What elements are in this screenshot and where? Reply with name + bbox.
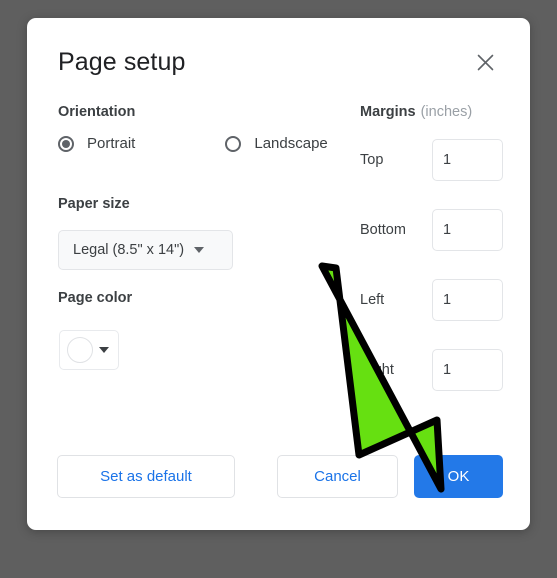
radio-portrait-icon [58, 135, 74, 152]
margin-input-right[interactable] [432, 349, 503, 391]
close-icon [476, 53, 495, 72]
margin-input-left[interactable] [432, 279, 503, 321]
orientation-section-label: Orientation [58, 104, 136, 120]
paper-size-section-label: Paper size [58, 196, 130, 212]
set-as-default-button[interactable]: Set as default [57, 455, 235, 498]
page-color-swatch [67, 337, 93, 363]
chevron-down-icon [99, 347, 109, 353]
margin-input-bottom[interactable] [432, 209, 503, 251]
paper-size-dropdown[interactable]: Legal (8.5" x 14") [58, 230, 233, 270]
close-button[interactable] [467, 44, 503, 80]
margins-section-header: Margins (inches) [360, 104, 472, 120]
margin-label-left: Left [360, 292, 385, 308]
margin-label-bottom: Bottom [360, 222, 406, 238]
page-color-dropdown[interactable] [59, 330, 119, 370]
margin-label-right: Right [360, 362, 394, 378]
margin-row-bottom: Bottom [360, 209, 505, 251]
radio-label-portrait: Portrait [87, 135, 136, 152]
margin-row-top: Top [360, 139, 505, 181]
orientation-radio-group: Portrait Landscape [58, 135, 328, 152]
margin-input-top[interactable] [432, 139, 503, 181]
margins-title: Margins [360, 104, 416, 120]
page-color-section-label: Page color [58, 290, 133, 306]
radio-option-portrait[interactable]: Portrait [58, 135, 135, 152]
page-setup-dialog: Page setup Orientation Portrait Landscap… [27, 18, 530, 530]
chevron-down-icon [194, 247, 205, 253]
radio-landscape-icon [225, 135, 242, 152]
ok-button[interactable]: OK [414, 455, 503, 498]
margin-row-right: Right [360, 349, 505, 391]
margins-units: (inches) [420, 104, 473, 120]
radio-label-landscape: Landscape [254, 135, 328, 152]
paper-size-value: Legal (8.5" x 14") [73, 242, 185, 258]
radio-option-landscape[interactable]: Landscape [225, 135, 328, 152]
margin-row-left: Left [360, 279, 505, 321]
margin-label-top: Top [360, 152, 384, 168]
page-title: Page setup [58, 48, 186, 76]
cancel-button[interactable]: Cancel [277, 455, 398, 498]
